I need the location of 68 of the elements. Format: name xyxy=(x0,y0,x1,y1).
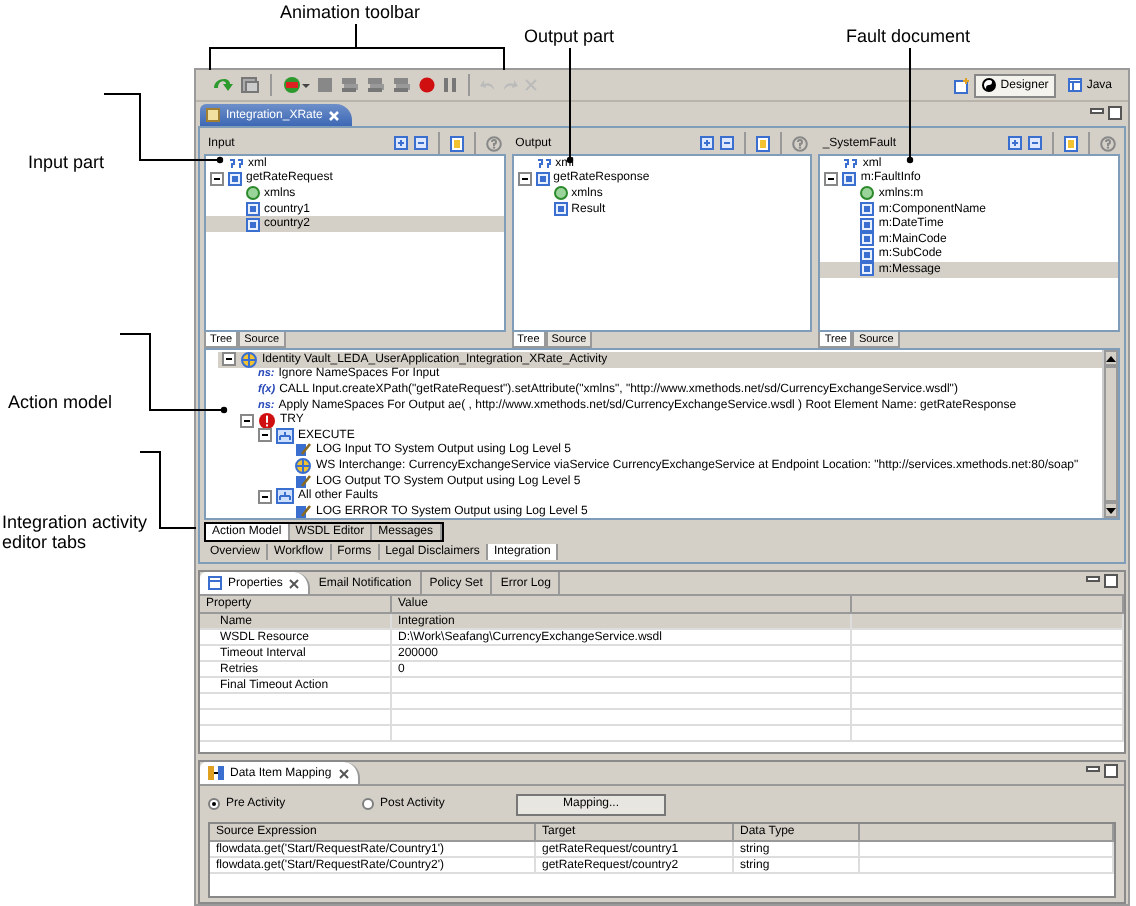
stack-icon[interactable] xyxy=(392,76,412,94)
stack-icon[interactable] xyxy=(366,76,386,94)
scroll-up-icon[interactable] xyxy=(1106,355,1116,361)
block-icon xyxy=(276,488,294,505)
xml-declaration-icon xyxy=(842,157,859,170)
document-icon[interactable] xyxy=(756,135,771,151)
element-icon xyxy=(842,171,857,186)
attribute-icon xyxy=(860,186,875,201)
open-perspective-icon[interactable] xyxy=(954,77,971,93)
minimize-icon[interactable] xyxy=(1086,574,1100,584)
collapse-all-icon[interactable] xyxy=(413,136,428,150)
document-icon[interactable] xyxy=(449,135,464,151)
stack-icon[interactable] xyxy=(340,76,360,94)
element-icon xyxy=(535,171,550,186)
window-icon xyxy=(1068,78,1083,92)
annotation-label: Integration activity editor tabs xyxy=(2,512,150,552)
scroll-down-icon[interactable] xyxy=(1106,507,1116,513)
globe-icon xyxy=(240,351,258,368)
close-icon[interactable] xyxy=(337,767,350,779)
element-icon xyxy=(228,171,242,186)
globe-icon[interactable] xyxy=(282,76,310,94)
globe-icon xyxy=(294,457,312,474)
block-icon xyxy=(276,427,294,444)
mapping-icon xyxy=(208,766,224,780)
maximize-icon[interactable] xyxy=(1108,106,1122,120)
collapse-icon[interactable] xyxy=(824,171,839,186)
maximize-icon[interactable] xyxy=(1104,574,1118,588)
radio-button[interactable] xyxy=(208,798,220,810)
document-icon[interactable] xyxy=(1064,135,1078,151)
leader-line xyxy=(906,47,914,164)
expand-all-icon[interactable] xyxy=(1008,136,1022,150)
pause-icon[interactable] xyxy=(442,76,458,94)
expand-all-icon[interactable] xyxy=(393,136,408,150)
annotation-label: Action model xyxy=(8,392,113,412)
table-icon xyxy=(208,576,222,590)
scrollbar[interactable] xyxy=(1102,350,1118,518)
collapse-icon[interactable] xyxy=(258,428,272,443)
attribute-icon xyxy=(553,186,568,201)
error-icon xyxy=(258,411,276,430)
annotation-label: Input part xyxy=(28,152,105,172)
leader-line xyxy=(119,333,228,414)
minimize-icon[interactable] xyxy=(1086,764,1100,774)
log-icon xyxy=(294,473,312,490)
log-icon xyxy=(294,503,312,518)
minimize-icon[interactable] xyxy=(1090,106,1104,116)
annotation-label: Animation toolbar xyxy=(280,2,421,22)
collapse-all-icon[interactable] xyxy=(720,136,735,150)
collapse-icon[interactable] xyxy=(240,413,254,428)
annotation-label: Output part xyxy=(524,26,615,46)
log-icon xyxy=(294,442,312,459)
record-icon[interactable] xyxy=(418,76,436,94)
file-icon xyxy=(206,108,220,122)
collapse-icon[interactable] xyxy=(210,171,224,186)
attribute-icon xyxy=(246,186,260,201)
collapse-all-icon[interactable] xyxy=(1028,136,1042,150)
collapse-icon[interactable] xyxy=(258,489,272,504)
annotation-label: Fault document xyxy=(846,26,971,46)
yin-yang-icon xyxy=(982,78,997,92)
radio-button[interactable] xyxy=(362,798,374,810)
element-icon xyxy=(553,202,568,217)
page-icon[interactable] xyxy=(240,76,260,94)
collapse-icon[interactable] xyxy=(222,352,236,367)
close-icon[interactable] xyxy=(288,577,301,589)
xml-declaration-icon xyxy=(228,157,244,170)
expand-all-icon[interactable] xyxy=(700,136,715,150)
collapse-icon[interactable] xyxy=(517,171,532,186)
maximize-icon[interactable] xyxy=(1104,764,1118,778)
xml-declaration-icon xyxy=(535,157,552,170)
